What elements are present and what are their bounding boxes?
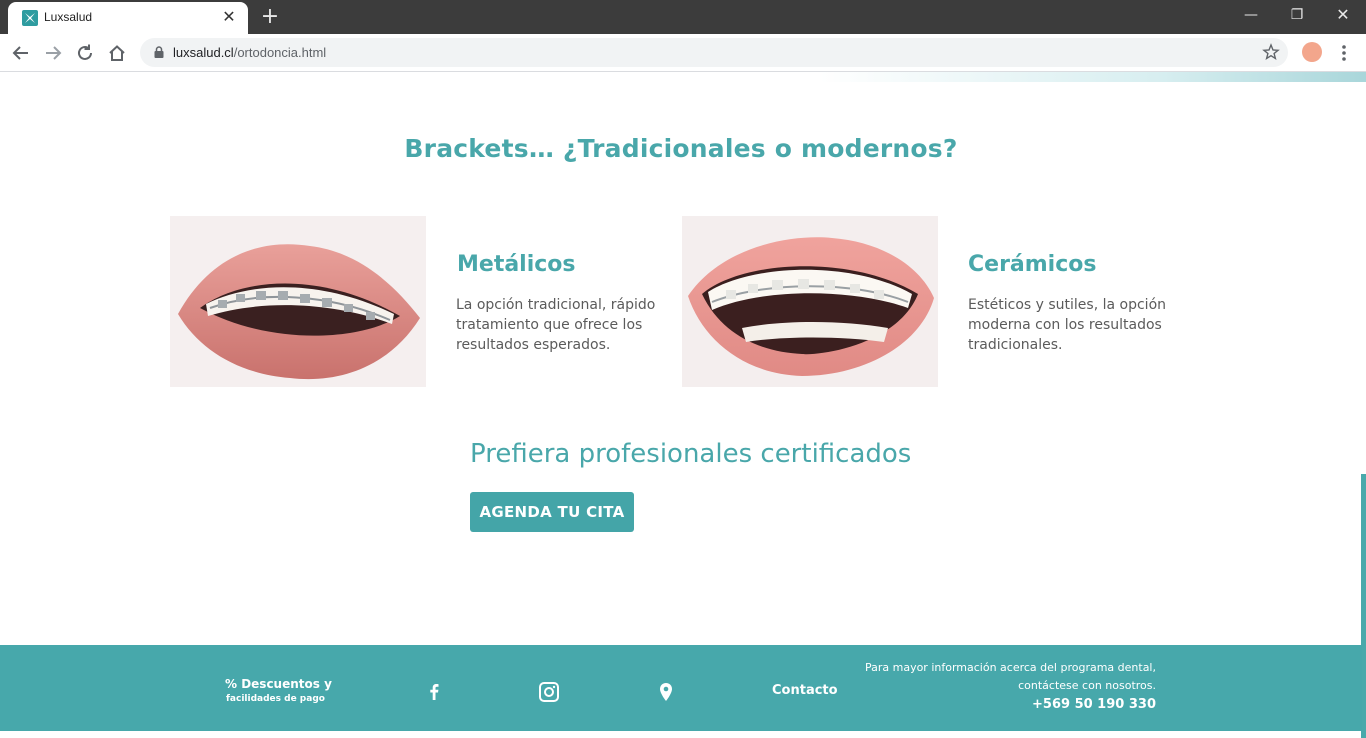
back-arrow-icon[interactable]: [10, 42, 32, 64]
header-gradient-strip: [0, 72, 1366, 82]
profile-avatar[interactable]: [1302, 42, 1322, 62]
close-window-button[interactable]: ✕: [1320, 0, 1366, 30]
card-text-ceramicos: Estéticos y sutiles, la opción moderna c…: [968, 297, 1167, 353]
address-bar[interactable]: luxsalud.cl/ortodoncia.html: [140, 38, 1288, 67]
close-icon[interactable]: ✕: [220, 8, 238, 26]
agenda-tu-cita-button[interactable]: AGENDA TU CITA: [470, 492, 634, 532]
luxsalud-logo-icon: [22, 10, 38, 26]
url-text: luxsalud.cl/ortodoncia.html: [173, 45, 326, 60]
page-viewport: Brackets… ¿Tradicionales o modernos? Met…: [0, 72, 1366, 738]
footer: % Descuentos y facilidades de pago Conta…: [0, 645, 1362, 731]
footer-contact-link[interactable]: Contacto: [772, 683, 838, 698]
footer-phone[interactable]: +569 50 190 330: [860, 697, 1156, 712]
section-title: Brackets… ¿Tradicionales o modernos?: [404, 134, 958, 163]
instagram-icon[interactable]: [538, 681, 560, 703]
tab-title: Luxsalud: [44, 10, 93, 24]
lock-icon: [154, 46, 164, 58]
ceramic-braces-photo: [682, 216, 938, 387]
minimize-window-button[interactable]: —: [1228, 0, 1274, 30]
card-text-metalicos: La opción tradicional, rápido tratamient…: [456, 297, 656, 353]
new-tab-button[interactable]: +: [258, 5, 282, 29]
facebook-icon[interactable]: [423, 681, 445, 703]
card-title-ceramicos: Cerámicos: [968, 252, 1097, 277]
url-domain: luxsalud.cl: [173, 45, 234, 60]
restore-window-button[interactable]: ❐: [1274, 0, 1320, 30]
card-title-metalicos: Metálicos: [457, 252, 576, 277]
forward-arrow-icon[interactable]: [42, 42, 64, 64]
kebab-menu-icon[interactable]: [1334, 42, 1354, 64]
browser-toolbar: luxsalud.cl/ortodoncia.html: [0, 34, 1366, 72]
browser-tab-luxsalud[interactable]: Luxsalud ✕: [8, 2, 248, 34]
reload-icon[interactable]: [74, 42, 96, 64]
location-pin-icon[interactable]: [655, 681, 677, 703]
url-path: /ortodoncia.html: [233, 45, 327, 60]
promo-heading: Prefiera profesionales certificados: [470, 439, 912, 469]
footer-discounts-subtitle[interactable]: facilidades de pago: [226, 694, 325, 704]
metal-braces-photo: [170, 216, 426, 387]
footer-discounts-title[interactable]: % Descuentos y: [225, 677, 332, 691]
home-icon[interactable]: [106, 42, 128, 64]
footer-info-text: Para mayor información acerca del progra…: [864, 661, 1156, 692]
browser-tab-strip: Luxsalud ✕ + — ❐ ✕: [0, 0, 1366, 34]
star-icon[interactable]: [1262, 43, 1280, 61]
